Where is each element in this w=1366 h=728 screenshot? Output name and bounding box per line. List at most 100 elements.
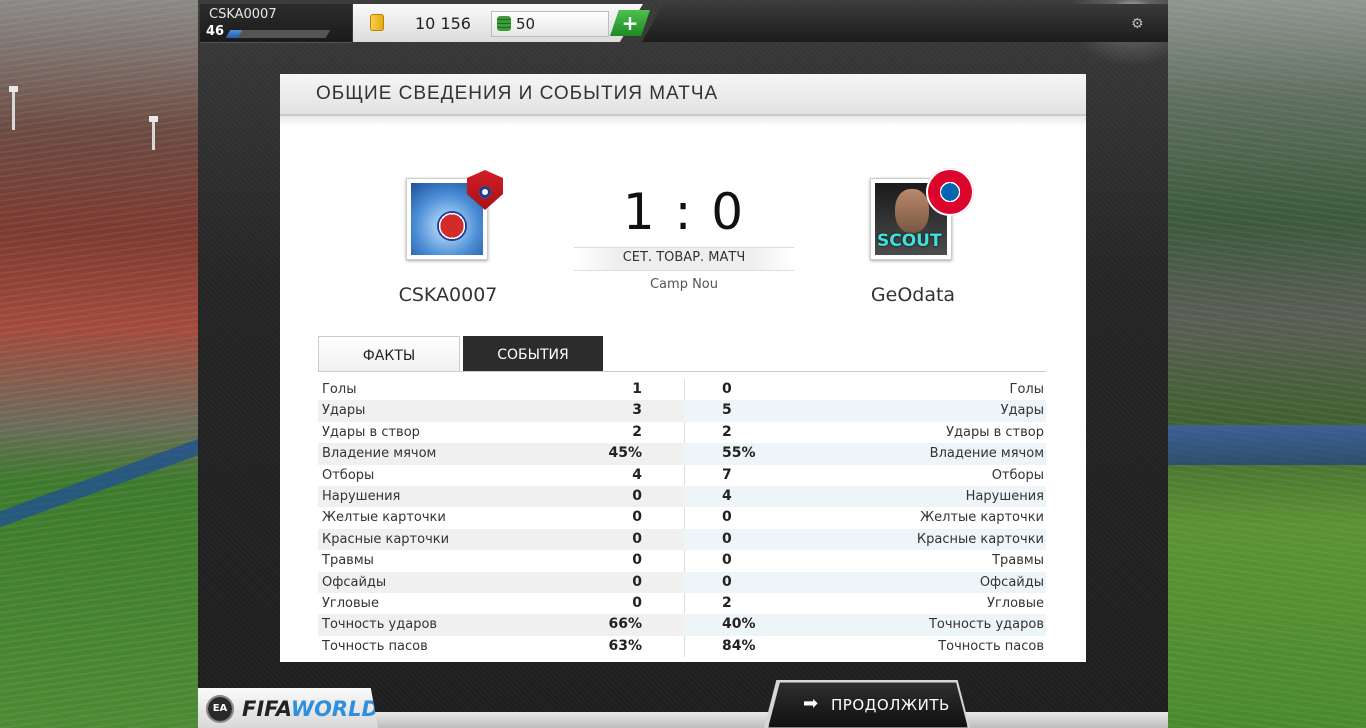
stat-value-away: 2 xyxy=(722,423,732,440)
stat-label-home: Отборы xyxy=(322,467,375,483)
stat-label-home: Нарушения xyxy=(322,488,401,504)
stat-value-away: 7 xyxy=(722,466,732,483)
top-bar: CSKA0007 46 10 156 50 + xyxy=(200,0,670,43)
stat-label-away: Нарушения xyxy=(965,488,1044,504)
tab-facts[interactable]: ФАКТЫ xyxy=(318,336,460,372)
stat-label-home: Травмы xyxy=(322,553,374,569)
stat-label-away: Угловые xyxy=(987,595,1044,611)
match-stats-table: Голы 1 0 Голы Удары 3 5 Удары Удары в створ 2 2 Уда… xyxy=(318,379,1046,657)
profile-name: CSKA0007 xyxy=(209,7,277,22)
panel-title: ОБЩИЕ СВЕДЕНИЯ И СОБЫТИЯ МАТЧА xyxy=(316,83,719,104)
ea-sports-icon: EA xyxy=(206,695,234,723)
panel-header: ОБЩИЕ СВЕДЕНИЯ И СОБЫТИЯ МАТЧА xyxy=(280,74,1086,116)
stat-label-away: Офсайды xyxy=(979,574,1044,590)
stat-label-away: Голы xyxy=(1009,382,1044,397)
continue-button[interactable]: ➡ ПРОДОЛЖИТЬ xyxy=(768,682,968,728)
stadium-name: Camp Nou xyxy=(649,277,718,292)
stat-label-home: Желтые карточки xyxy=(322,510,446,526)
fifa-points-icon xyxy=(497,16,511,31)
stadium-background-right xyxy=(1168,0,1366,728)
stat-value-home: 0 xyxy=(632,552,642,569)
player-avatar xyxy=(895,189,929,233)
stat-value-away: 0 xyxy=(722,381,732,397)
match-score: 1 : 0 xyxy=(622,183,746,241)
stat-label-away: Удары в створ xyxy=(946,424,1044,440)
stat-label-away: Удары xyxy=(1000,403,1044,419)
cska-crest-icon xyxy=(437,211,467,241)
tab-events[interactable]: СОБЫТИЯ xyxy=(463,336,603,371)
stat-label-home: Красные карточки xyxy=(322,531,450,547)
stat-row: Травмы 0 0 Травмы xyxy=(318,550,1046,571)
stat-row: Угловые 0 2 Угловые xyxy=(318,593,1046,614)
stat-row: Желтые карточки 0 0 Желтые карточки xyxy=(318,507,1046,528)
stat-value-home: 0 xyxy=(632,594,642,611)
stat-row: Красные карточки 0 0 Красные карточки xyxy=(318,528,1046,551)
stat-row: Офсайды 0 0 Офсайды xyxy=(318,571,1046,593)
stat-value-home: 2 xyxy=(632,423,642,440)
stat-row: Точность ударов 66% 40% Точность ударов xyxy=(318,614,1046,636)
stat-row: Голы 1 0 Голы xyxy=(318,379,1046,400)
coins-value: 10 156 xyxy=(415,14,471,33)
stat-row: Точность пасов 63% 84% Точность пасов xyxy=(318,636,1046,657)
coins-icon xyxy=(370,14,384,31)
continue-label: ПРОДОЛЖИТЬ xyxy=(831,696,950,714)
stat-label-away: Травмы xyxy=(992,553,1044,569)
stat-value-home: 0 xyxy=(632,487,642,504)
profile-level: 46 xyxy=(206,24,225,39)
floodlight-icon xyxy=(149,116,158,150)
logo-world-text: WORLD xyxy=(290,697,379,721)
stat-value-home: 63% xyxy=(608,637,642,654)
stat-label-away: Владение мячом xyxy=(929,446,1044,462)
fifa-world-logo: EA FIFAWORLD xyxy=(198,688,378,728)
stat-label-away: Точность ударов xyxy=(928,617,1044,633)
fifa-points-box: 50 xyxy=(491,11,609,37)
stat-label-away: Отборы xyxy=(991,467,1044,483)
fifa-points-value: 50 xyxy=(516,15,536,33)
stat-value-away: 2 xyxy=(722,594,732,611)
stat-value-home: 0 xyxy=(632,509,642,526)
floodlight-icon xyxy=(9,86,18,130)
stat-value-home: 0 xyxy=(632,530,642,547)
stat-value-away: 0 xyxy=(722,552,732,569)
stat-value-home: 1 xyxy=(632,381,642,397)
topbar-background xyxy=(642,4,1168,42)
away-team-name: GeOdata xyxy=(870,284,956,306)
stat-label-home: Владение мячом xyxy=(322,446,437,462)
stat-label-home: Голы xyxy=(322,382,357,397)
away-club-crest-icon xyxy=(926,168,974,216)
stat-row: Владение мячом 45% 55% Владение мячом xyxy=(318,443,1046,465)
stat-row: Отборы 4 7 Отборы xyxy=(318,465,1046,486)
stat-label-away: Желтые карточки xyxy=(920,510,1044,526)
stat-label-away: Точность пасов xyxy=(938,638,1044,654)
stat-value-away: 4 xyxy=(722,487,732,504)
home-team-name: CSKA0007 xyxy=(398,284,498,306)
stat-value-away: 55% xyxy=(722,445,756,462)
stat-value-home: 45% xyxy=(608,445,642,462)
scout-label: SCOUT xyxy=(877,231,942,251)
profile-panel[interactable]: CSKA0007 46 xyxy=(200,4,352,43)
stat-value-away: 40% xyxy=(722,616,756,633)
stat-value-home: 0 xyxy=(632,573,642,590)
stat-value-home: 66% xyxy=(608,616,642,633)
match-type: СЕТ. ТОВАР. МАТЧ xyxy=(622,250,746,265)
stat-value-away: 5 xyxy=(722,402,732,419)
stat-label-home: Удары xyxy=(322,403,366,419)
stat-label-home: Удары в створ xyxy=(322,424,420,440)
stat-label-home: Офсайды xyxy=(322,574,387,590)
stadium-background-left xyxy=(0,0,200,728)
currency-panel: 10 156 50 xyxy=(353,4,643,42)
stat-row: Удары 3 5 Удары xyxy=(318,400,1046,422)
stat-value-away: 0 xyxy=(722,509,732,526)
stat-value-away: 0 xyxy=(722,530,732,547)
stat-row: Удары в створ 2 2 Удары в створ xyxy=(318,422,1046,443)
arrow-right-icon: ➡ xyxy=(803,693,819,714)
stat-value-away: 0 xyxy=(722,573,732,590)
stat-label-away: Красные карточки xyxy=(916,531,1044,547)
xp-progress-bar xyxy=(225,30,331,38)
stat-row: Нарушения 0 4 Нарушения xyxy=(318,485,1046,508)
stat-label-home: Угловые xyxy=(322,595,379,611)
stat-value-home: 4 xyxy=(632,466,642,483)
settings-icon[interactable]: ⚙ xyxy=(1131,16,1147,32)
logo-fifa-text: FIFA xyxy=(242,697,291,721)
stat-value-home: 3 xyxy=(632,402,642,419)
